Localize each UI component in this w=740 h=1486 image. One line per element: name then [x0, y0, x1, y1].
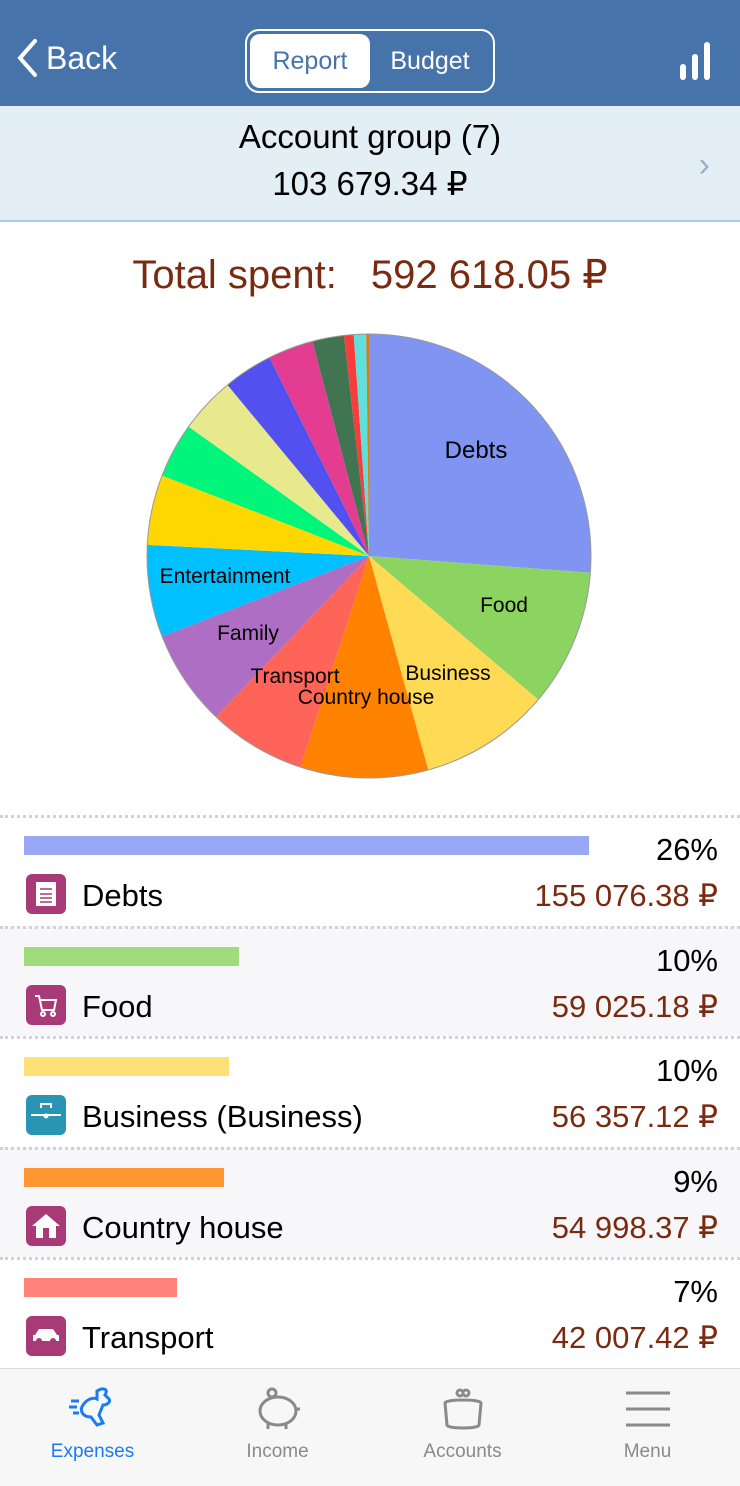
category-bar	[24, 1057, 230, 1076]
document-icon	[26, 874, 66, 914]
tab-label: Accounts	[423, 1441, 502, 1462]
category-percent: 10%	[655, 1053, 718, 1088]
pie-label: Country house	[298, 686, 435, 709]
car-icon	[26, 1316, 66, 1356]
category-row[interactable]: 7% Transport 42 007.42 ₽	[0, 1257, 740, 1368]
pie-label: Entertainment	[160, 565, 291, 588]
account-group-balance: 103 679.34 ₽	[272, 165, 468, 202]
category-amount: 42 007.42 ₽	[551, 1320, 718, 1355]
piggy-bank-icon	[258, 1387, 300, 1429]
account-group-title: Account group (7)	[238, 118, 502, 155]
tab-bar: Expenses Income Accounts Menu	[0, 1368, 740, 1486]
bar-chart-icon[interactable]	[680, 42, 710, 80]
cart-icon	[26, 984, 66, 1025]
pie-label: Business	[405, 662, 490, 685]
total-spent: Total spent: 592 618.05 ₽	[0, 252, 740, 298]
category-percent: 26%	[655, 832, 718, 867]
category-name: Food	[82, 988, 153, 1024]
category-bar	[24, 946, 240, 966]
house-icon	[26, 1205, 66, 1246]
category-row[interactable]: 9% Country house 54 998.37 ₽	[0, 1146, 740, 1257]
pie-chart: Debts Food BusinessCountry houseTransport F…	[146, 333, 592, 779]
category-bar	[24, 1167, 225, 1187]
category-name: Country house	[82, 1209, 284, 1245]
tab-expenses[interactable]: Expenses	[0, 1369, 185, 1486]
category-percent: 7%	[673, 1274, 718, 1309]
tab-menu[interactable]: Menu	[555, 1369, 740, 1486]
back-label: Back	[46, 39, 118, 76]
category-bar	[24, 836, 589, 855]
tab-budget[interactable]: Budget	[370, 34, 490, 88]
category-amount: 54 998.37 ₽	[551, 1209, 718, 1245]
total-label: Total spent:	[132, 253, 337, 297]
chevron-left-icon	[17, 39, 37, 77]
menu-icon	[625, 1391, 670, 1427]
account-group-selector[interactable]: Account group (7) 103 679.34 ₽ ›	[0, 106, 740, 222]
pie-label: Transport	[250, 665, 339, 688]
category-name: Business (Business)	[82, 1099, 363, 1134]
rabbit-icon	[68, 1387, 111, 1427]
category-amount: 56 357.12 ₽	[551, 1099, 718, 1134]
pie-label: Debts	[445, 437, 508, 464]
tab-income[interactable]: Income	[185, 1369, 370, 1486]
total-value: 592 618.05 ₽	[370, 253, 608, 297]
category-amount: 59 025.18 ₽	[551, 988, 718, 1024]
category-name: Debts	[82, 878, 163, 913]
pie-label: Food	[480, 594, 528, 617]
tab-accounts[interactable]: Accounts	[370, 1369, 555, 1486]
chevron-right-icon: ›	[698, 146, 710, 184]
category-row[interactable]: 10% Food 59 025.18 ₽	[0, 925, 740, 1036]
category-list: 26% Debts 155 076.38 ₽ 10% Food 59 025.1…	[0, 815, 740, 1368]
category-row[interactable]: 26% Debts 155 076.38 ₽	[0, 815, 740, 926]
tab-label: Income	[246, 1441, 309, 1462]
category-row[interactable]: 10% Business (Business) 56 357.12 ₽	[0, 1036, 740, 1147]
pie-label: Family	[217, 622, 279, 645]
wallet-icon	[442, 1388, 483, 1430]
category-amount: 155 076.38 ₽	[534, 878, 719, 913]
report-budget-segmented-control: Report Budget	[245, 29, 495, 93]
tab-label: Menu	[623, 1441, 672, 1462]
nav-bar: Back Report Budget	[0, 0, 740, 106]
category-name: Transport	[82, 1320, 214, 1355]
category-percent: 10%	[655, 942, 718, 978]
category-bar	[24, 1278, 178, 1297]
briefcase-icon	[26, 1095, 66, 1135]
back-button[interactable]: Back	[16, 38, 117, 78]
tab-report[interactable]: Report	[250, 34, 370, 88]
category-percent: 9%	[673, 1163, 718, 1199]
tab-label: Expenses	[50, 1441, 135, 1462]
